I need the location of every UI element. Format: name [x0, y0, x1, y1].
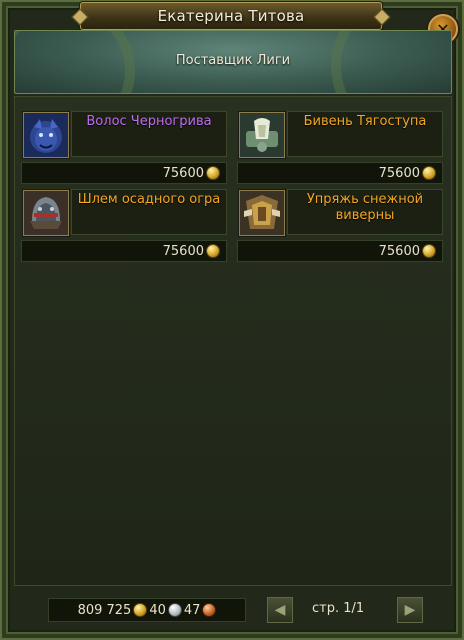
item-row: Упряжь снежной виверны [237, 189, 443, 236]
next-page-button[interactable]: ▶ [397, 597, 423, 623]
tusk-icon[interactable] [239, 112, 285, 158]
price-value: 75600 [378, 165, 420, 181]
item-price: 75600 [21, 162, 227, 184]
item-list: Волос Черногрива 75600 Бивень Тягоступа … [14, 96, 452, 586]
arrow-left-icon: ◀ [274, 602, 286, 618]
page-indicator: стр. 1/1 [312, 601, 365, 616]
title-plate: Екатерина Титова [80, 2, 382, 30]
player-money: 809 725 40 47 [48, 598, 246, 622]
price-value: 75600 [378, 243, 420, 259]
item-row: Волос Черногрива [21, 111, 227, 158]
helmet-icon[interactable] [23, 190, 69, 236]
prev-page-button[interactable]: ◀ [267, 597, 293, 623]
price-value: 75600 [162, 243, 204, 259]
silver-amount: 40 [149, 602, 166, 618]
copper-coin-icon [202, 603, 217, 617]
silver-coin-icon [167, 603, 182, 617]
item-price: 75600 [237, 240, 443, 262]
vendor-subtitle: Поставщик Лиги [175, 53, 291, 68]
item-row: Бивень Тягоступа [237, 111, 443, 158]
item-card[interactable]: Шлем осадного огра 75600 [21, 189, 227, 345]
window-title: Екатерина Титова [157, 7, 305, 25]
item-price: 75600 [237, 162, 443, 184]
item-name: Упряжь снежной виверны [306, 192, 424, 223]
item-card[interactable]: Упряжь снежной виверны 75600 [237, 189, 443, 345]
gold-coin-icon [422, 244, 436, 258]
item-price: 75600 [21, 240, 227, 262]
arrow-right-icon: ▶ [404, 602, 416, 618]
item-name: Бивень Тягоступа [303, 114, 427, 129]
gold-coin-icon [206, 166, 220, 180]
item-name: Волос Черногрива [86, 114, 212, 129]
harness-icon[interactable] [239, 190, 285, 236]
price-value: 75600 [162, 165, 204, 181]
item-name: Шлем осадного огра [77, 192, 221, 207]
copper-amount: 47 [183, 602, 201, 618]
gold-amount: 809 725 [77, 602, 132, 618]
gold-coin-icon [422, 166, 436, 180]
panther-icon[interactable] [23, 112, 69, 158]
gold-coin-icon [206, 244, 220, 258]
gold-coin-icon [133, 603, 148, 617]
vendor-header: Поставщик Лиги [14, 30, 452, 94]
item-row: Шлем осадного огра [21, 189, 227, 236]
